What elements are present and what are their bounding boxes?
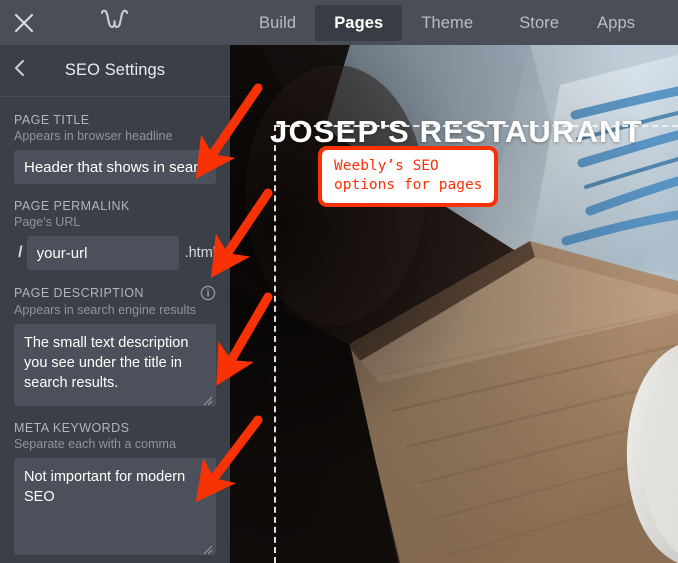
page-permalink-input[interactable]	[26, 236, 179, 270]
annotation-callout: Weebly’s SEO options for pages	[318, 146, 499, 207]
field-meta-keywords: META KEYWORDS Separate each with a comma…	[14, 421, 216, 555]
page-permalink-label: PAGE PERMALINK	[14, 199, 130, 213]
field-page-title: PAGE TITLE Appears in browser headline	[14, 113, 216, 184]
permalink-suffix: .html	[184, 245, 216, 261]
editor-tabs: Build Pages Theme Store Apps	[240, 0, 654, 45]
meta-keywords-hint: Separate each with a comma	[14, 437, 176, 451]
page-title: SEO Settings	[64, 61, 166, 79]
selection-guide-horizontal	[274, 125, 678, 127]
seo-settings-sidebar: SEO Settings PAGE TITLE Appears in brows…	[0, 45, 230, 563]
tab-apps[interactable]: Apps	[578, 5, 654, 41]
weebly-logo-icon	[99, 8, 129, 37]
tab-build[interactable]: Build	[240, 5, 315, 41]
site-preview-area[interactable]: JOSEP'S RESTAURANT Weebly’s SEO options …	[230, 45, 678, 563]
page-title-hint: Appears in browser headline	[14, 129, 173, 143]
permalink-prefix: /	[18, 244, 23, 261]
back-button[interactable]	[0, 45, 40, 97]
selection-guide-vertical	[274, 125, 276, 563]
field-page-description: PAGE DESCRIPTION Appears in search engin…	[14, 285, 216, 406]
seo-settings-form: PAGE TITLE Appears in browser headline P…	[0, 97, 230, 555]
meta-keywords-wrap: Not important for modern SEO	[14, 458, 216, 555]
chevron-left-icon	[13, 58, 27, 83]
page-description-wrap: The small text description you see under…	[14, 324, 216, 406]
weebly-editor-window: Build Pages Theme Store Apps SEO Setting…	[0, 0, 678, 563]
meta-keywords-textarea[interactable]: Not important for modern SEO	[14, 458, 216, 555]
permalink-row: / .html	[14, 236, 216, 270]
tab-pages[interactable]: Pages	[315, 4, 403, 41]
info-circle-icon[interactable]	[200, 285, 216, 301]
meta-keywords-label: META KEYWORDS	[14, 421, 130, 435]
page-permalink-hint: Page's URL	[14, 215, 81, 229]
page-title-input[interactable]	[14, 150, 216, 184]
page-description-hint: Appears in search engine results	[14, 303, 197, 317]
field-page-permalink: PAGE PERMALINK Page's URL / .html	[14, 199, 216, 270]
page-description-textarea[interactable]: The small text description you see under…	[14, 324, 216, 406]
tab-theme[interactable]: Theme	[402, 5, 492, 41]
top-navigation-bar: Build Pages Theme Store Apps	[0, 0, 678, 45]
tab-store[interactable]: Store	[500, 5, 578, 41]
site-heading: JOSEP'S RESTAURANT	[270, 114, 643, 149]
close-icon	[14, 13, 34, 33]
close-button[interactable]	[0, 0, 48, 45]
page-description-label: PAGE DESCRIPTION	[14, 285, 216, 301]
sidebar-header: SEO Settings	[0, 45, 230, 97]
weebly-logo-button[interactable]	[84, 0, 144, 45]
page-title-label: PAGE TITLE	[14, 113, 90, 127]
